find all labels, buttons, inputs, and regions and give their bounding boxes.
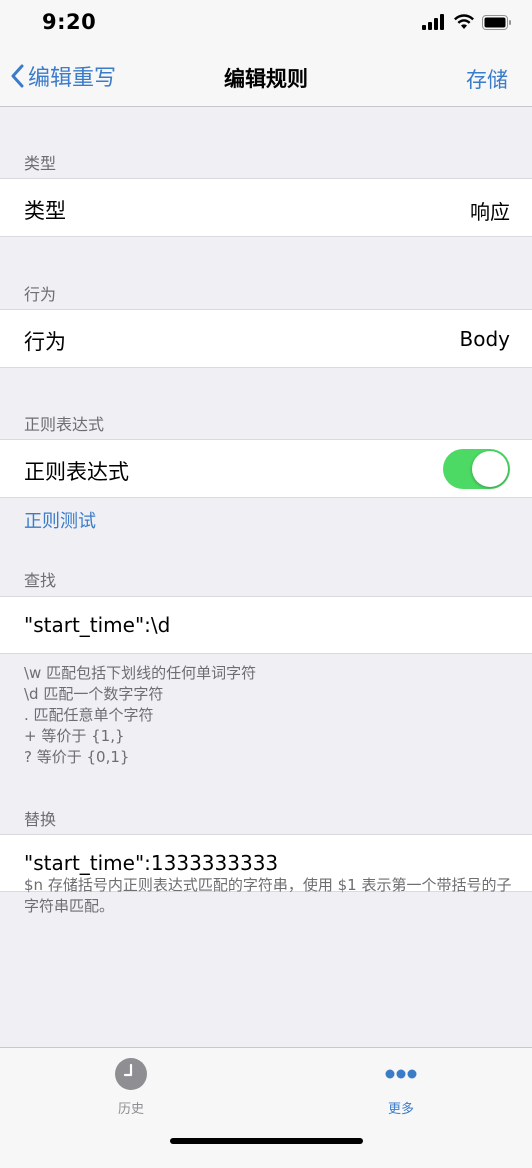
section-header-regex: 正则表达式: [24, 415, 105, 434]
status-bar: 9:20: [0, 0, 532, 48]
find-hint: \w 匹配包括下划线的任何单词字符 \d 匹配一个数字字符 . 匹配任意单个字符…: [24, 663, 256, 768]
hint-line: . 匹配任意单个字符: [24, 706, 154, 724]
hint-line: \w 匹配包括下划线的任何单词字符: [24, 664, 257, 682]
replace-note: $n 存储括号内正则表达式匹配的字符串，使用 $1 表示第一个带括号的子字符串匹…: [24, 876, 512, 915]
behavior-label: 行为: [24, 330, 66, 354]
wifi-icon: [454, 14, 474, 29]
behavior-cell[interactable]: 行为 Body: [0, 309, 532, 368]
clock-icon: [115, 1058, 147, 1090]
type-value: 响应: [470, 200, 510, 224]
tab-bar: 历史 更多: [0, 1047, 532, 1168]
tab-history[interactable]: 历史: [91, 1058, 171, 1117]
regex-cell: 正则表达式: [0, 439, 532, 498]
section-header-find: 查找: [24, 571, 57, 590]
tab-more-label: 更多: [387, 1102, 414, 1117]
status-icons: [422, 12, 512, 32]
replace-field-value: "start_time":1333333333: [24, 851, 279, 875]
tab-more[interactable]: 更多: [361, 1058, 441, 1117]
save-button[interactable]: 存储: [466, 64, 508, 94]
cellular-signal-icon: [422, 14, 444, 30]
battery-icon: [482, 14, 511, 30]
home-indicator: [170, 1138, 363, 1144]
find-field-value: "start_time":\d: [24, 613, 171, 637]
section-header-replace: 替换: [24, 810, 57, 829]
tab-history-label: 历史: [117, 1102, 144, 1117]
toggle-knob: [472, 451, 508, 487]
regex-test-link[interactable]: 正则测试: [24, 507, 96, 533]
type-label: 类型: [24, 199, 66, 223]
more-dots-icon: [385, 1069, 417, 1079]
type-cell[interactable]: 类型 响应: [0, 178, 532, 237]
navigation-bar: 编辑重写 编辑规则 存储: [0, 48, 532, 107]
hint-line: + 等价于 {1,}: [24, 727, 125, 745]
page-title: 编辑规则: [224, 67, 308, 91]
behavior-value: Body: [459, 327, 511, 351]
hint-line: ? 等价于 {0,1}: [24, 748, 130, 766]
section-header-behavior: 行为: [24, 285, 57, 304]
regex-toggle[interactable]: [443, 449, 510, 489]
hint-line: \d 匹配一个数字字符: [24, 685, 164, 703]
regex-label: 正则表达式: [24, 460, 129, 484]
find-field[interactable]: "start_time":\d: [0, 596, 532, 654]
status-time: 9:20: [42, 10, 97, 34]
section-header-type: 类型: [24, 154, 57, 173]
